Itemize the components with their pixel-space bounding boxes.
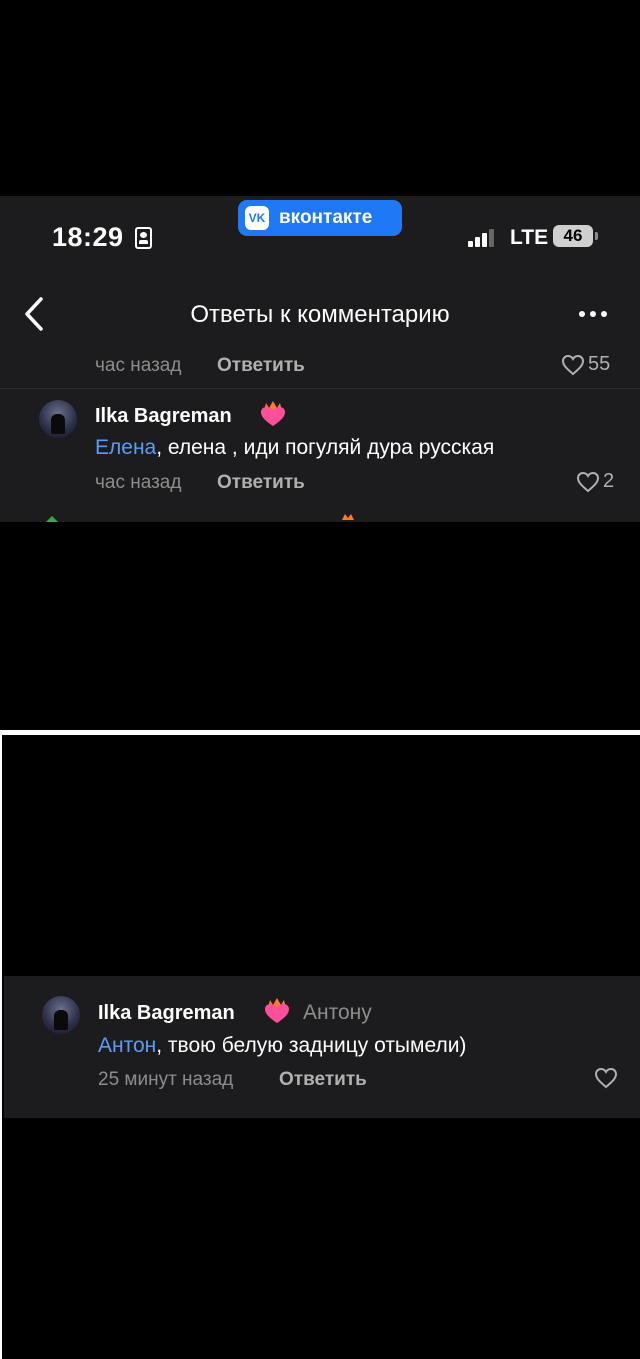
battery-icon: 46 xyxy=(553,225,593,247)
more-options-button[interactable] xyxy=(568,298,618,330)
like-count: 55 xyxy=(588,353,611,375)
comment-text: Елена, елена , иди погуляй дура русская xyxy=(95,436,494,460)
bottom-screenshot-panel: Ilka Bagreman Антону Антон, твою белую з… xyxy=(4,976,640,1118)
heart-icon xyxy=(561,354,585,375)
heart-icon xyxy=(594,1067,618,1089)
reply-to-label[interactable]: Антону xyxy=(303,1001,372,1025)
mention-link[interactable]: Елена xyxy=(95,436,156,459)
vk-logo-icon: VK xyxy=(245,206,269,230)
previous-comment-like-button[interactable]: 55 xyxy=(561,353,610,376)
flame-heart-icon xyxy=(265,998,289,1023)
navigation-bar: Ответы к комментарию xyxy=(0,284,640,344)
battery-tip xyxy=(595,232,598,240)
image-separator xyxy=(0,730,640,735)
comment-text: Антон, твою белую задницу отымели) xyxy=(98,1034,466,1058)
heart-icon xyxy=(576,471,600,492)
comment-body: , твою белую задницу отымели) xyxy=(156,1034,467,1057)
like-button[interactable]: 2 xyxy=(576,470,614,493)
comment-time: 25 минут назад xyxy=(98,1069,234,1090)
like-count: 2 xyxy=(603,470,615,492)
network-type: LTE xyxy=(510,226,549,249)
next-avatar-partial xyxy=(46,516,58,522)
comment-divider xyxy=(0,388,640,389)
vk-brand-label: вконтакте xyxy=(279,207,373,228)
more-dot-icon xyxy=(579,311,585,317)
vk-app-pill[interactable]: VK вконтакте xyxy=(238,200,402,236)
reply-button[interactable]: Ответить xyxy=(217,472,305,494)
next-flame-partial xyxy=(342,514,354,520)
signal-strength-icon xyxy=(468,229,494,247)
top-screenshot-panel: 18:29 VK вконтакте LTE 46 Ответы к комме… xyxy=(0,196,640,522)
comment-author[interactable]: Ilka Bagreman xyxy=(98,1002,235,1025)
comment-author[interactable]: Ilka Bagreman xyxy=(95,405,232,428)
previous-comment-time: час назад xyxy=(95,355,182,376)
avatar[interactable] xyxy=(42,996,80,1034)
more-dot-icon xyxy=(590,311,596,317)
previous-comment-reply-button[interactable]: Ответить xyxy=(217,355,305,377)
page-title: Ответы к комментарию xyxy=(190,301,450,328)
status-bar: 18:29 VK вконтакте LTE 46 xyxy=(0,196,640,276)
comment-body: , елена , иди погуляй дура русская xyxy=(156,436,495,459)
avatar[interactable] xyxy=(39,400,77,438)
comment-time: час назад xyxy=(95,472,182,493)
reply-button[interactable]: Ответить xyxy=(279,1069,367,1091)
mention-link[interactable]: Антон xyxy=(98,1034,156,1057)
flame-heart-icon xyxy=(261,401,285,426)
id-card-icon xyxy=(135,227,152,249)
image-border xyxy=(0,735,2,1359)
status-time: 18:29 xyxy=(52,222,124,252)
more-dot-icon xyxy=(601,311,607,317)
like-button[interactable] xyxy=(594,1067,621,1089)
